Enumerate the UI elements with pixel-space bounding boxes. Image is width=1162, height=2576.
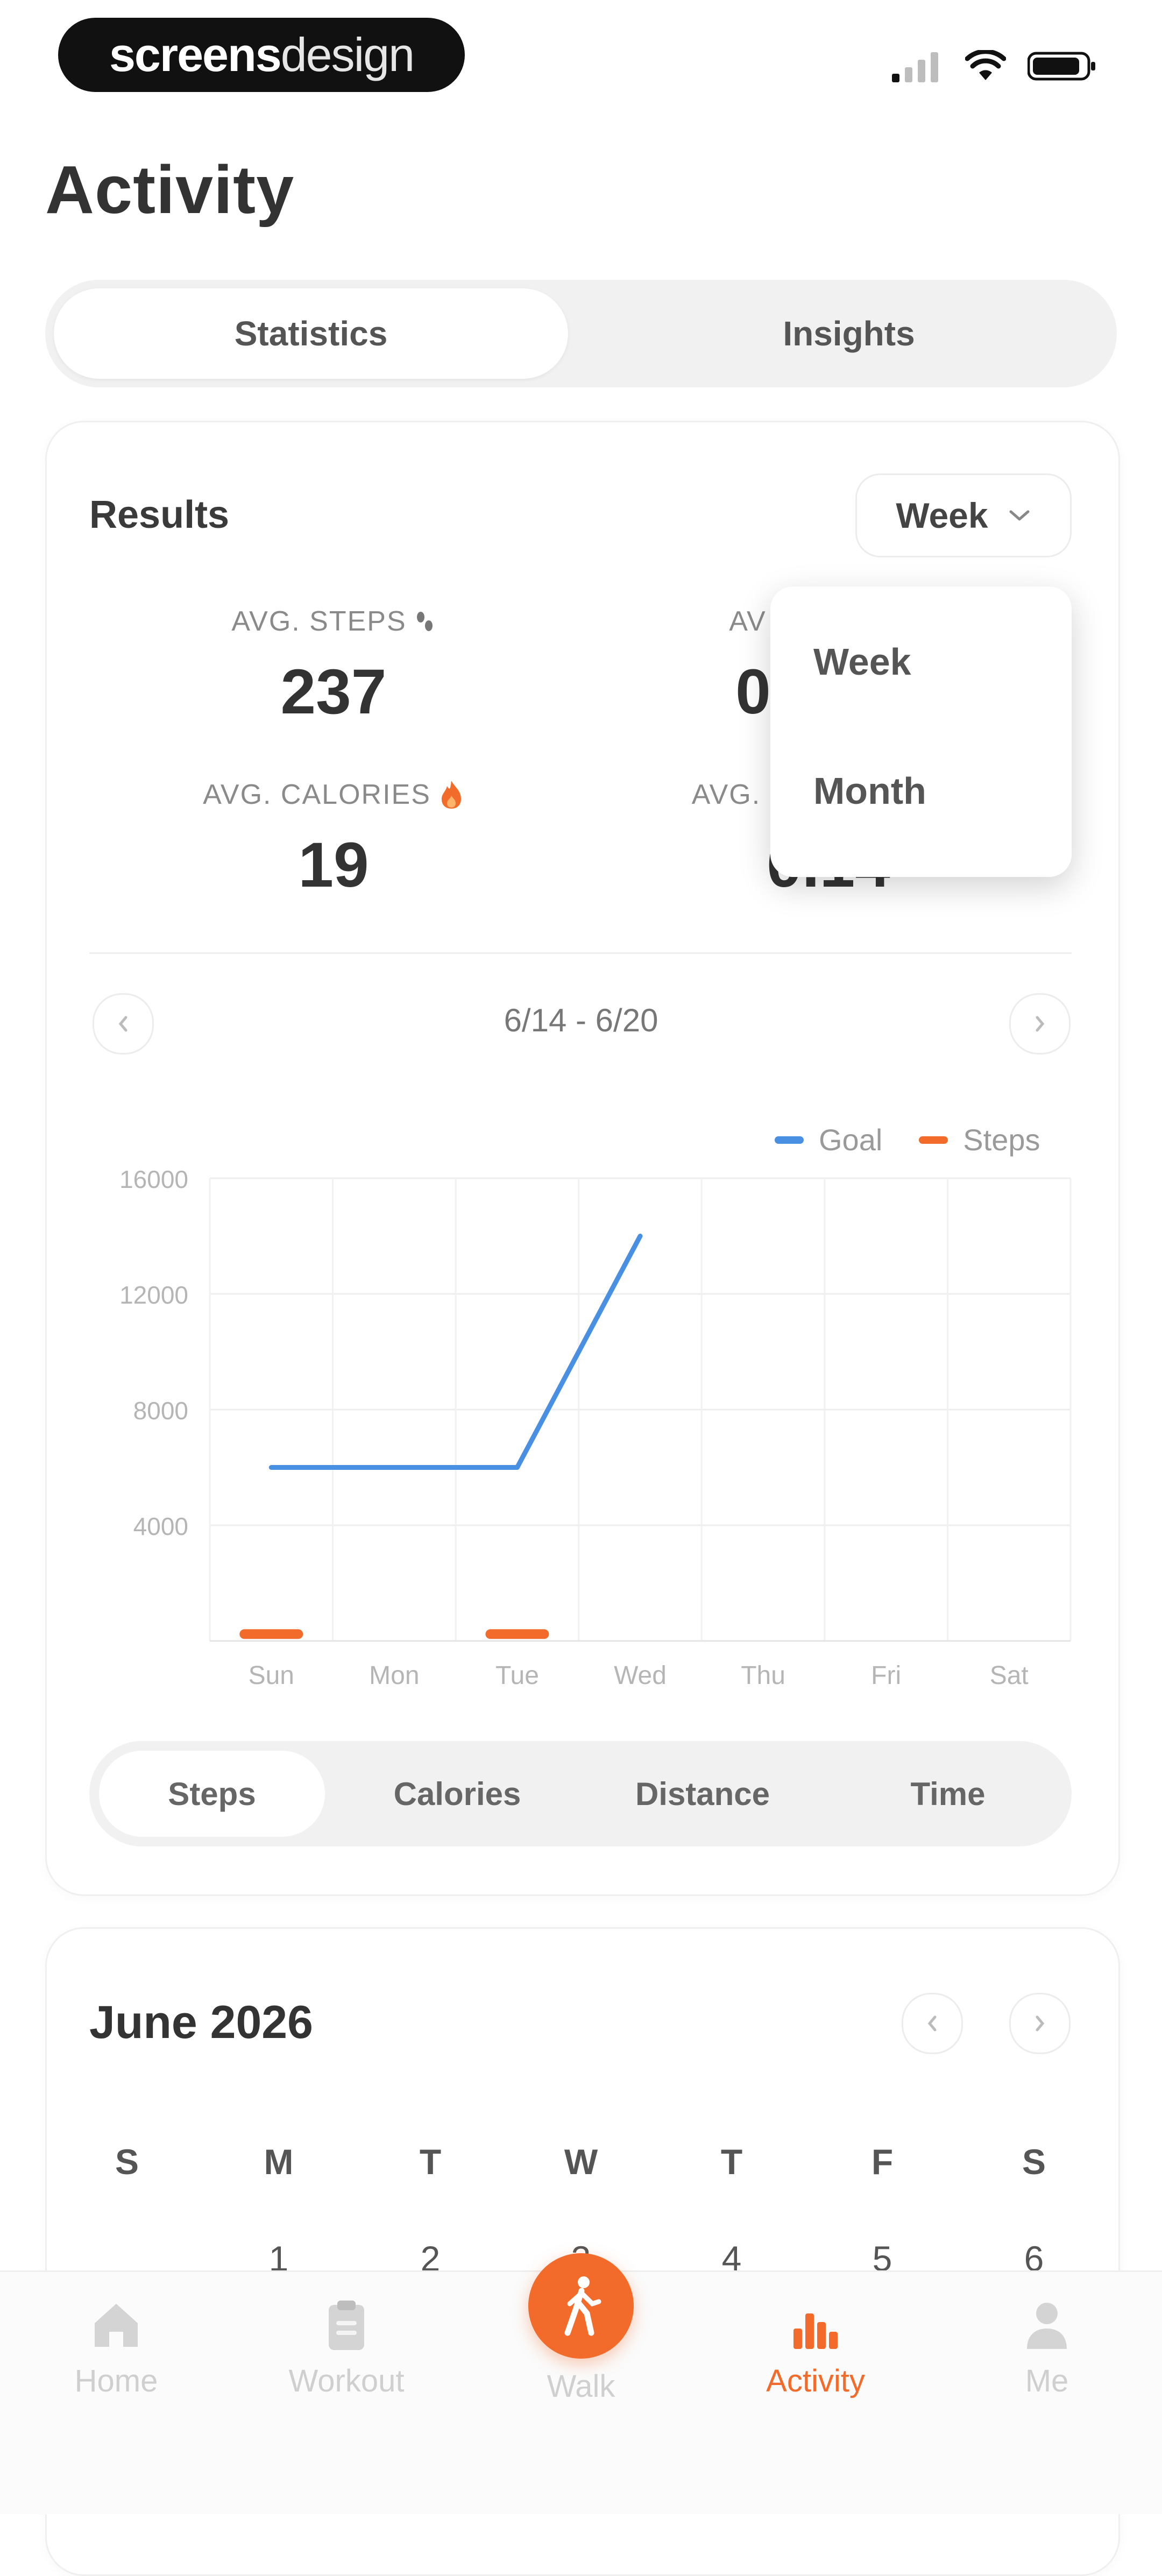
chart-legend: Goal Steps xyxy=(775,1122,1040,1157)
range-dropdown-button[interactable]: Week xyxy=(855,473,1072,557)
previous-week-button[interactable] xyxy=(93,993,154,1055)
weekday-sat: S xyxy=(1022,2142,1046,2182)
walk-button[interactable] xyxy=(528,2253,634,2359)
y-tick-label: 8000 xyxy=(133,1397,188,1425)
legend-swatch-goal xyxy=(775,1136,804,1144)
x-tick-label: Sun xyxy=(249,1661,294,1690)
chevron-right-icon xyxy=(1036,2015,1045,2032)
chevron-left-icon xyxy=(927,2015,937,2032)
metric-tab-steps[interactable]: Steps xyxy=(89,1741,335,1846)
x-tick-label: Sat xyxy=(990,1661,1029,1690)
avg-calories-value: 19 xyxy=(298,830,369,901)
range-dropdown-menu: Week Month xyxy=(770,586,1072,877)
range-selected-label: Week xyxy=(896,496,988,535)
clipboard-icon xyxy=(329,2301,364,2350)
walking-icon xyxy=(564,2276,601,2336)
weekday-wed: W xyxy=(564,2142,598,2182)
nav-home[interactable]: Home xyxy=(36,2297,197,2399)
nav-me[interactable]: Me xyxy=(966,2297,1128,2399)
x-tick-label: Mon xyxy=(369,1661,419,1690)
y-tick-label: 12000 xyxy=(119,1281,188,1309)
avg-steps-label: AVG. STEPS xyxy=(231,606,407,637)
weekday-thu: T xyxy=(720,2142,743,2182)
nav-home-label: Home xyxy=(74,2363,158,2398)
stat-label-avg-steps: AVG. STEPS xyxy=(178,605,490,638)
previous-month-button[interactable] xyxy=(902,1993,963,2054)
nav-activity[interactable]: Activity xyxy=(735,2297,896,2399)
chevron-down-icon xyxy=(1009,510,1030,521)
person-icon xyxy=(1027,2303,1067,2349)
y-tick-label: 4000 xyxy=(133,1512,188,1540)
calendar-title: June 2026 xyxy=(89,1997,313,2048)
avg-steps-value: 237 xyxy=(280,656,387,727)
brand-text-bold: screens xyxy=(109,28,282,81)
tab-insights[interactable]: Insights xyxy=(592,288,1106,379)
stat-label-avg-calories: AVG. CALORIES xyxy=(161,779,506,811)
page-title: Activity xyxy=(45,152,295,228)
flame-icon xyxy=(441,781,461,809)
tab-statistics[interactable]: Statistics xyxy=(54,288,568,379)
x-tick-label: Tue xyxy=(495,1661,539,1690)
weekday-sun: S xyxy=(115,2142,139,2182)
footprint-icon xyxy=(416,612,433,631)
avg-calories-label: AVG. CALORIES xyxy=(203,779,431,810)
chevron-left-icon xyxy=(118,1016,127,1032)
next-month-button[interactable] xyxy=(1009,1993,1071,2054)
brand-logo: screens design xyxy=(58,18,465,92)
legend-goal: Goal xyxy=(819,1123,883,1157)
brand-text-light: design xyxy=(280,28,415,81)
dropdown-option-month[interactable]: Month xyxy=(813,769,926,812)
home-icon xyxy=(95,2304,138,2347)
weekday-fri: F xyxy=(871,2142,894,2182)
weekday-tue: T xyxy=(419,2142,442,2182)
next-week-button[interactable] xyxy=(1009,993,1071,1055)
wifi-icon xyxy=(965,50,1006,80)
date-range-label: 6/14 - 6/20 xyxy=(504,1002,658,1038)
status-icons xyxy=(872,47,1097,85)
battery-icon xyxy=(1028,52,1095,81)
dropdown-option-week[interactable]: Week xyxy=(813,640,911,683)
x-tick-label: Thu xyxy=(741,1661,785,1690)
x-tick-label: Fri xyxy=(871,1661,901,1690)
metric-tab-distance[interactable]: Distance xyxy=(580,1741,825,1846)
weekday-mon: M xyxy=(264,2142,294,2182)
legend-swatch-steps xyxy=(919,1136,948,1144)
results-title: Results xyxy=(89,493,230,536)
nav-me-label: Me xyxy=(1025,2363,1069,2398)
nav-workout-label: Workout xyxy=(288,2363,405,2398)
nav-walk-label: Walk xyxy=(547,2369,615,2404)
bar-chart-icon xyxy=(793,2313,838,2349)
metric-tab-calories[interactable]: Calories xyxy=(335,1741,580,1846)
divider xyxy=(89,952,1072,954)
nav-activity-label: Activity xyxy=(766,2363,865,2398)
legend-steps: Steps xyxy=(963,1123,1040,1157)
signal-icon xyxy=(892,52,938,82)
y-tick-label: 16000 xyxy=(119,1165,188,1193)
chevron-right-icon xyxy=(1036,1016,1045,1032)
metric-tab-time[interactable]: Time xyxy=(825,1741,1071,1846)
nav-workout[interactable]: Workout xyxy=(266,2297,427,2399)
steps-line-chart: 16000 12000 8000 4000 Sun Mon Tue Wed Thu Fri Sat xyxy=(119,1165,1072,1690)
x-tick-label: Wed xyxy=(614,1661,667,1690)
